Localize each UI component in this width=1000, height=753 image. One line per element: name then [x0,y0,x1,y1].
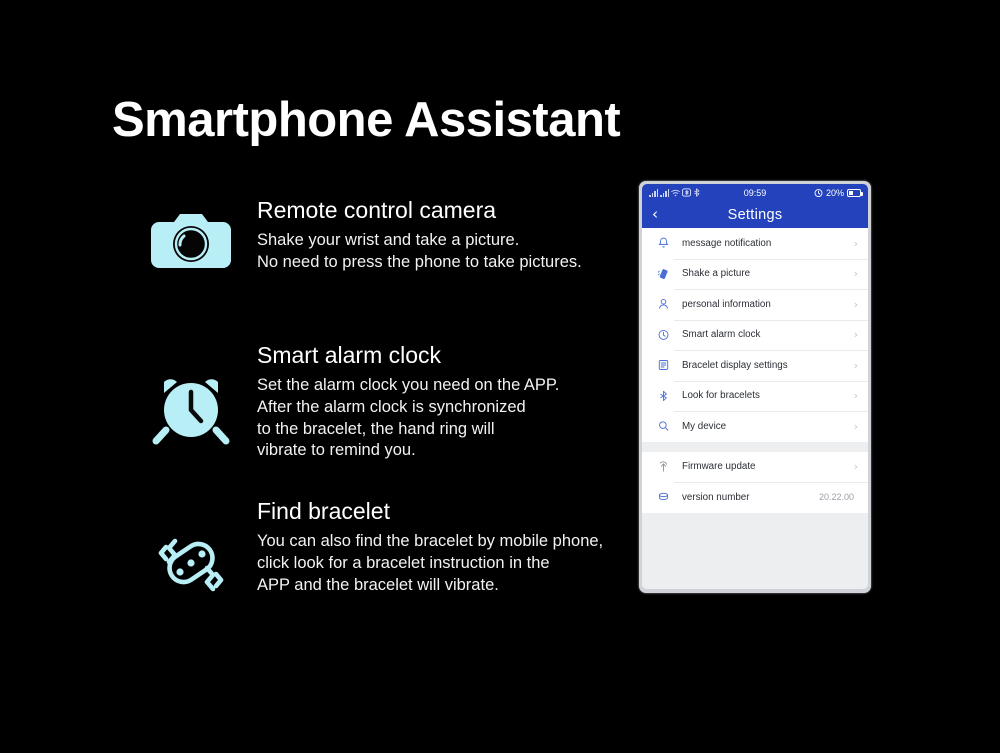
feature-line: click look for a bracelet instruction in… [257,553,550,572]
feature-text: Find bracelet You can also find the brac… [237,498,603,596]
chevron-left-icon[interactable]: ‹ [652,207,658,222]
feature-remote-control-camera: Remote control camera Shake your wrist a… [145,197,582,285]
list-item-label: Shake a picture [682,268,751,280]
upload-icon [654,461,672,473]
list-item-shake-a-picture[interactable]: Shake a picture › [642,258,868,289]
list-item-bracelet-display-settings[interactable]: Bracelet display settings › [642,350,868,381]
signal-bars-icon [660,188,669,197]
chevron-right-icon: › [853,328,858,342]
bell-icon [654,237,672,249]
camera-icon [145,197,237,285]
feature-line: APP and the bracelet will vibrate. [257,575,499,594]
bluetooth-share-icon [682,188,691,197]
list-item-version-number: version number 20.22.00 [642,482,868,513]
bluetooth-icon [654,390,672,402]
version-value: 20.22.00 [818,492,854,503]
feature-line: Shake your wrist and take a picture. [257,231,520,250]
feature-line: to the bracelet, the hand ring will [257,419,495,438]
settings-list: message notification › Shake a picture › [642,228,868,589]
database-icon [654,491,672,503]
feature-smart-alarm-clock: Smart alarm clock Set the alarm clock yo… [145,342,559,462]
chevron-right-icon: › [853,419,858,433]
settings-group: Firmware update › version number 20.22.0… [642,451,868,513]
feature-line: After the alarm clock is synchronized [257,397,526,416]
list-item-label: Look for bracelets [682,390,760,402]
signal-bars-icon [649,188,658,197]
nav-title: Settings [727,206,783,223]
wifi-icon [671,189,680,196]
feature-line: Set the alarm clock you need on the APP. [257,376,560,395]
chevron-right-icon: › [853,236,858,250]
list-item-look-for-bracelets[interactable]: Look for bracelets › [642,380,868,411]
vibrating-bracelet-icon [145,520,237,608]
group-separator [642,441,868,452]
page-title: Smartphone Assistant [112,93,621,147]
feature-text: Remote control camera Shake your wrist a… [237,197,582,274]
list-item-smart-alarm-clock[interactable]: Smart alarm clock › [642,319,868,350]
feature-text: Smart alarm clock Set the alarm clock yo… [237,342,559,462]
list-item-personal-information[interactable]: personal information › [642,289,868,320]
phone-mockup: 09:59 20% ‹ Settings message notificatio… [639,181,871,593]
list-item-label: My device [682,420,727,432]
nav-bar: ‹ Settings [642,201,868,228]
list-item-label: message notification [682,237,772,249]
phone-screen: 09:59 20% ‹ Settings message notificatio… [642,184,868,589]
battery-icon [847,188,863,197]
list-item-label: Bracelet display settings [682,359,788,371]
settings-group: message notification › Shake a picture › [642,228,868,442]
feature-heading: Remote control camera [257,197,497,223]
list-item-label: version number [682,491,750,503]
search-icon [654,420,672,432]
chevron-right-icon: › [853,358,858,372]
alarm-clock-icon [145,364,237,452]
feature-line: No need to press the phone to take pictu… [257,252,582,271]
alarm-icon [814,189,823,197]
list-item-message-notification[interactable]: message notification › [642,228,868,259]
list-item-label: personal information [682,298,771,310]
clock-icon [654,329,672,341]
feature-heading: Find bracelet [257,498,390,524]
feature-find-bracelet: Find bracelet You can also find the brac… [145,498,603,608]
list-empty-area [642,512,868,575]
bluetooth-icon [694,188,700,197]
status-bar-right-icons: 20% [814,187,863,198]
chevron-right-icon: › [853,460,858,474]
chevron-right-icon: › [853,389,858,403]
person-icon [654,298,672,310]
battery-percent-label: 20% [825,187,844,198]
feature-line: vibrate to remind you. [257,441,416,460]
slide-root: Smartphone Assistant Remote control came… [0,0,1000,753]
list-item-label: Smart alarm clock [682,329,761,341]
chevron-right-icon: › [853,267,858,281]
list-item-my-device[interactable]: My device › [642,411,868,442]
list-item-label: Firmware update [682,461,756,473]
shake-icon [654,268,672,280]
feature-heading: Smart alarm clock [257,342,442,368]
chevron-right-icon: › [853,297,858,311]
feature-line: You can also find the bracelet by mobile… [257,532,604,551]
display-icon [654,359,672,371]
status-bar-left-icons [649,188,700,197]
list-item-firmware-update[interactable]: Firmware update › [642,451,868,482]
status-bar: 09:59 20% [642,184,868,201]
